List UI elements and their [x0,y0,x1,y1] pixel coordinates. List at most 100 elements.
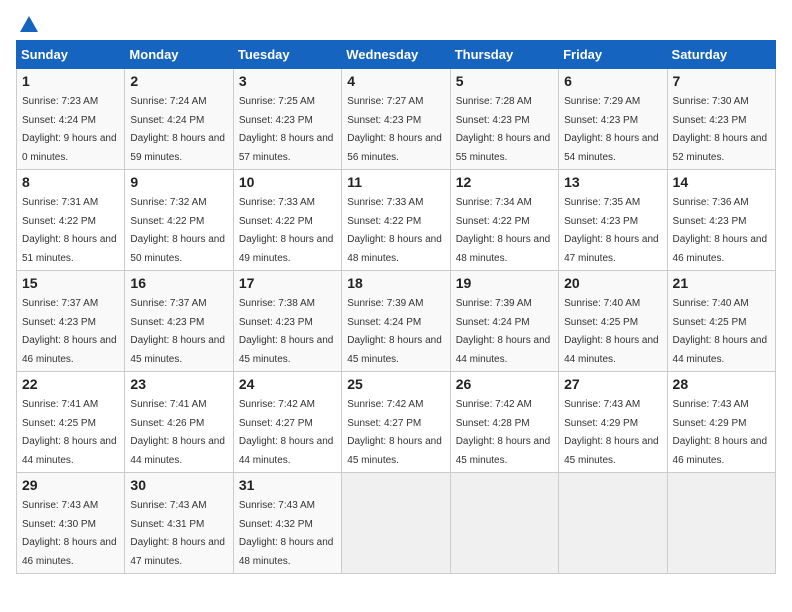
day-number: 26 [456,376,553,392]
day-number: 3 [239,73,336,89]
day-info: Sunrise: 7:31 AMSunset: 4:22 PMDaylight:… [22,197,117,264]
calendar-cell [559,473,667,574]
calendar-cell [667,473,775,574]
day-number: 4 [347,73,444,89]
calendar-week-3: 15 Sunrise: 7:37 AMSunset: 4:23 PMDaylig… [17,271,776,372]
calendar-cell: 30 Sunrise: 7:43 AMSunset: 4:31 PMDaylig… [125,473,233,574]
day-number: 8 [22,174,119,190]
calendar-week-5: 29 Sunrise: 7:43 AMSunset: 4:30 PMDaylig… [17,473,776,574]
day-info: Sunrise: 7:43 AMSunset: 4:32 PMDaylight:… [239,500,334,567]
logo-icon [18,14,40,36]
day-number: 11 [347,174,444,190]
day-info: Sunrise: 7:25 AMSunset: 4:23 PMDaylight:… [239,96,334,163]
day-info: Sunrise: 7:33 AMSunset: 4:22 PMDaylight:… [239,197,334,264]
day-number: 29 [22,477,119,493]
day-info: Sunrise: 7:42 AMSunset: 4:27 PMDaylight:… [347,399,442,466]
day-info: Sunrise: 7:30 AMSunset: 4:23 PMDaylight:… [673,96,768,163]
calendar-cell [450,473,558,574]
day-info: Sunrise: 7:39 AMSunset: 4:24 PMDaylight:… [456,298,551,365]
calendar-cell: 26 Sunrise: 7:42 AMSunset: 4:28 PMDaylig… [450,372,558,473]
day-number: 19 [456,275,553,291]
day-number: 25 [347,376,444,392]
day-number: 12 [456,174,553,190]
calendar-cell: 28 Sunrise: 7:43 AMSunset: 4:29 PMDaylig… [667,372,775,473]
day-header-friday: Friday [559,41,667,69]
day-info: Sunrise: 7:40 AMSunset: 4:25 PMDaylight:… [673,298,768,365]
day-number: 5 [456,73,553,89]
calendar-cell: 1 Sunrise: 7:23 AMSunset: 4:24 PMDayligh… [17,69,125,170]
calendar-cell: 4 Sunrise: 7:27 AMSunset: 4:23 PMDayligh… [342,69,450,170]
calendar-cell: 12 Sunrise: 7:34 AMSunset: 4:22 PMDaylig… [450,170,558,271]
day-header-wednesday: Wednesday [342,41,450,69]
calendar-cell: 27 Sunrise: 7:43 AMSunset: 4:29 PMDaylig… [559,372,667,473]
day-number: 16 [130,275,227,291]
calendar-cell: 8 Sunrise: 7:31 AMSunset: 4:22 PMDayligh… [17,170,125,271]
day-number: 21 [673,275,770,291]
day-number: 27 [564,376,661,392]
calendar-week-4: 22 Sunrise: 7:41 AMSunset: 4:25 PMDaylig… [17,372,776,473]
day-number: 18 [347,275,444,291]
day-info: Sunrise: 7:33 AMSunset: 4:22 PMDaylight:… [347,197,442,264]
calendar-header-row: SundayMondayTuesdayWednesdayThursdayFrid… [17,41,776,69]
day-number: 17 [239,275,336,291]
calendar-cell: 11 Sunrise: 7:33 AMSunset: 4:22 PMDaylig… [342,170,450,271]
day-info: Sunrise: 7:39 AMSunset: 4:24 PMDaylight:… [347,298,442,365]
header [16,16,776,32]
calendar-cell: 22 Sunrise: 7:41 AMSunset: 4:25 PMDaylig… [17,372,125,473]
calendar-cell: 19 Sunrise: 7:39 AMSunset: 4:24 PMDaylig… [450,271,558,372]
day-info: Sunrise: 7:28 AMSunset: 4:23 PMDaylight:… [456,96,551,163]
day-header-monday: Monday [125,41,233,69]
day-info: Sunrise: 7:43 AMSunset: 4:30 PMDaylight:… [22,500,117,567]
calendar-cell: 5 Sunrise: 7:28 AMSunset: 4:23 PMDayligh… [450,69,558,170]
day-header-tuesday: Tuesday [233,41,341,69]
calendar-cell: 14 Sunrise: 7:36 AMSunset: 4:23 PMDaylig… [667,170,775,271]
calendar-cell: 17 Sunrise: 7:38 AMSunset: 4:23 PMDaylig… [233,271,341,372]
day-number: 6 [564,73,661,89]
day-number: 31 [239,477,336,493]
day-header-thursday: Thursday [450,41,558,69]
day-info: Sunrise: 7:23 AMSunset: 4:24 PMDaylight:… [22,96,117,163]
calendar-cell [342,473,450,574]
day-info: Sunrise: 7:43 AMSunset: 4:31 PMDaylight:… [130,500,225,567]
day-number: 22 [22,376,119,392]
calendar-week-1: 1 Sunrise: 7:23 AMSunset: 4:24 PMDayligh… [17,69,776,170]
day-info: Sunrise: 7:42 AMSunset: 4:27 PMDaylight:… [239,399,334,466]
day-info: Sunrise: 7:38 AMSunset: 4:23 PMDaylight:… [239,298,334,365]
day-info: Sunrise: 7:36 AMSunset: 4:23 PMDaylight:… [673,197,768,264]
day-info: Sunrise: 7:43 AMSunset: 4:29 PMDaylight:… [564,399,659,466]
calendar-cell: 23 Sunrise: 7:41 AMSunset: 4:26 PMDaylig… [125,372,233,473]
calendar-cell: 15 Sunrise: 7:37 AMSunset: 4:23 PMDaylig… [17,271,125,372]
calendar-cell: 13 Sunrise: 7:35 AMSunset: 4:23 PMDaylig… [559,170,667,271]
calendar-cell: 29 Sunrise: 7:43 AMSunset: 4:30 PMDaylig… [17,473,125,574]
day-info: Sunrise: 7:37 AMSunset: 4:23 PMDaylight:… [22,298,117,365]
day-info: Sunrise: 7:37 AMSunset: 4:23 PMDaylight:… [130,298,225,365]
calendar: SundayMondayTuesdayWednesdayThursdayFrid… [16,40,776,574]
day-info: Sunrise: 7:34 AMSunset: 4:22 PMDaylight:… [456,197,551,264]
day-info: Sunrise: 7:41 AMSunset: 4:26 PMDaylight:… [130,399,225,466]
logo [16,16,40,32]
day-number: 23 [130,376,227,392]
day-number: 10 [239,174,336,190]
day-header-sunday: Sunday [17,41,125,69]
day-number: 20 [564,275,661,291]
day-number: 15 [22,275,119,291]
day-info: Sunrise: 7:40 AMSunset: 4:25 PMDaylight:… [564,298,659,365]
calendar-cell: 2 Sunrise: 7:24 AMSunset: 4:24 PMDayligh… [125,69,233,170]
calendar-cell: 21 Sunrise: 7:40 AMSunset: 4:25 PMDaylig… [667,271,775,372]
calendar-cell: 7 Sunrise: 7:30 AMSunset: 4:23 PMDayligh… [667,69,775,170]
day-header-saturday: Saturday [667,41,775,69]
calendar-week-2: 8 Sunrise: 7:31 AMSunset: 4:22 PMDayligh… [17,170,776,271]
day-number: 30 [130,477,227,493]
day-info: Sunrise: 7:29 AMSunset: 4:23 PMDaylight:… [564,96,659,163]
day-info: Sunrise: 7:27 AMSunset: 4:23 PMDaylight:… [347,96,442,163]
day-info: Sunrise: 7:32 AMSunset: 4:22 PMDaylight:… [130,197,225,264]
day-number: 14 [673,174,770,190]
calendar-cell: 24 Sunrise: 7:42 AMSunset: 4:27 PMDaylig… [233,372,341,473]
day-number: 13 [564,174,661,190]
day-number: 9 [130,174,227,190]
day-info: Sunrise: 7:43 AMSunset: 4:29 PMDaylight:… [673,399,768,466]
day-number: 28 [673,376,770,392]
calendar-cell: 31 Sunrise: 7:43 AMSunset: 4:32 PMDaylig… [233,473,341,574]
day-info: Sunrise: 7:41 AMSunset: 4:25 PMDaylight:… [22,399,117,466]
calendar-cell: 9 Sunrise: 7:32 AMSunset: 4:22 PMDayligh… [125,170,233,271]
